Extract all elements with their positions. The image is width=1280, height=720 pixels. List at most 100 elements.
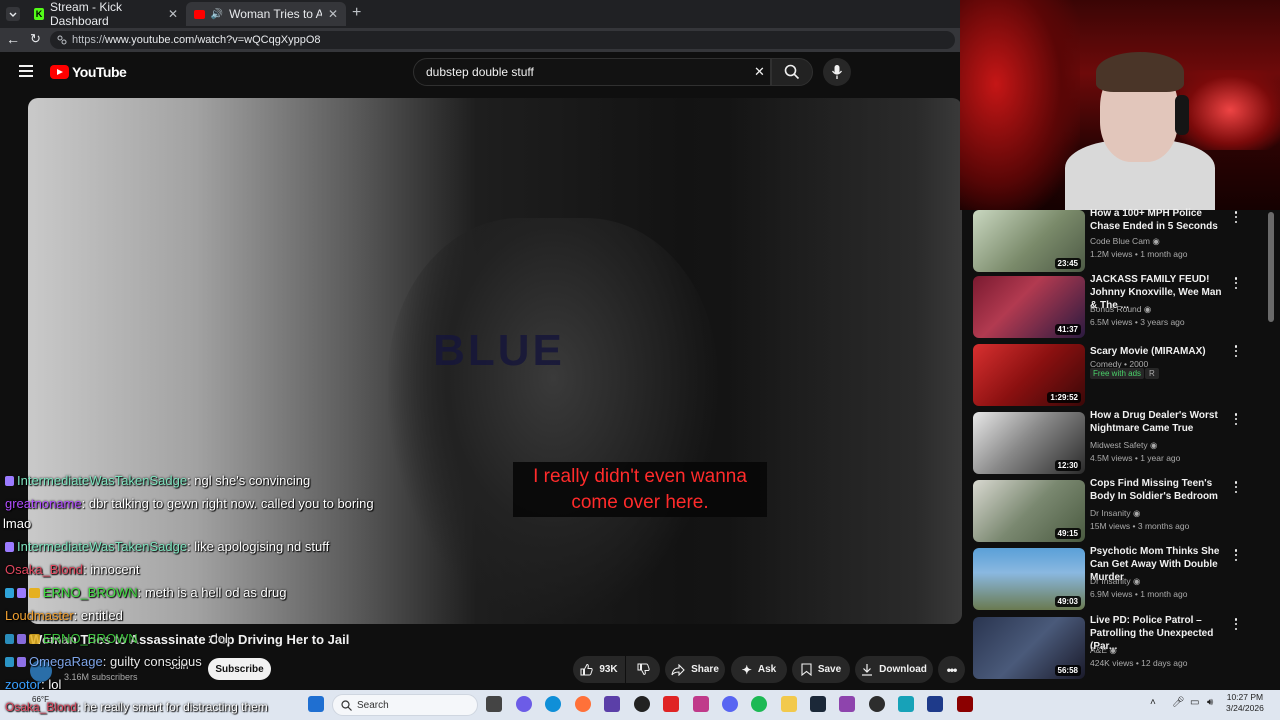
recommended-video[interactable]: 56:58 Live PD: Police Patrol – Patrollin… <box>973 615 1263 681</box>
video-title[interactable]: Cops Find Missing Teen's Body In Soldier… <box>1090 477 1227 503</box>
more-vertical-icon[interactable] <box>1231 480 1241 494</box>
windows-start-icon[interactable] <box>308 696 324 712</box>
spotify-icon[interactable] <box>751 696 767 712</box>
app-icon[interactable] <box>839 696 855 712</box>
youtube-logo[interactable]: YouTube <box>50 64 127 80</box>
task-view-icon[interactable] <box>486 696 502 712</box>
chat-text: : entitled <box>73 608 123 623</box>
crown-icon <box>29 588 40 598</box>
app-icon[interactable] <box>898 696 914 712</box>
more-actions-button[interactable]: ••• <box>938 656 965 683</box>
more-vertical-icon[interactable] <box>1231 210 1241 224</box>
download-button[interactable]: Download <box>855 656 933 683</box>
chevron-up-icon[interactable]: ˄ <box>1150 697 1156 708</box>
recommended-video[interactable]: 49:03 Psychotic Mom Thinks She Can Get A… <box>973 546 1263 612</box>
more-vertical-icon[interactable] <box>1231 412 1241 426</box>
folder-icon[interactable] <box>781 696 797 712</box>
download-label: Download <box>879 664 927 675</box>
more-vertical-icon[interactable] <box>1231 276 1241 290</box>
share-icon <box>671 663 685 676</box>
firefox-icon[interactable] <box>575 696 591 712</box>
search-button[interactable] <box>771 58 813 86</box>
close-icon[interactable]: ✕ <box>168 7 178 21</box>
channel-name[interactable]: Midwest Safety ◉ <box>1090 440 1157 451</box>
obs-icon[interactable] <box>634 696 650 712</box>
clear-search-icon[interactable]: ✕ <box>754 64 765 80</box>
verified-icon: ◉ <box>1133 576 1141 586</box>
subscribe-button[interactable]: Subscribe <box>208 658 271 680</box>
webcam-background <box>960 0 1080 210</box>
close-icon[interactable]: ✕ <box>328 7 338 21</box>
more-vertical-icon[interactable] <box>1231 548 1241 562</box>
video-title[interactable]: How a Drug Dealer's Worst Nightmare Came… <box>1090 409 1227 435</box>
taskbar-search-label: Search <box>357 699 389 711</box>
tab-youtube-video[interactable]: 🔊 Woman Tries to Assassinate C ✕ <box>186 2 346 26</box>
back-arrow-icon[interactable]: ← <box>6 31 20 47</box>
kick-icon: K <box>34 8 45 20</box>
ask-label: Ask <box>757 664 777 675</box>
badge-icon <box>5 476 14 486</box>
channel-name[interactable]: Dr Insanity ◉ <box>1090 576 1140 587</box>
headphones-icon <box>1175 95 1189 135</box>
chat-username: OmegaRage <box>29 654 103 669</box>
app-icon[interactable] <box>927 696 943 712</box>
voice-search-button[interactable] <box>823 58 851 86</box>
share-button[interactable]: Share <box>665 656 725 683</box>
network-icon[interactable]: ▭ <box>1190 697 1199 708</box>
video-thumbnail[interactable]: 56:58 <box>973 617 1085 679</box>
channel-name[interactable]: Dr Insanity ◉ <box>1090 508 1140 519</box>
discord-icon[interactable] <box>722 696 738 712</box>
more-vertical-icon[interactable] <box>1231 617 1241 631</box>
speaker-icon[interactable]: 🔊 <box>211 9 223 20</box>
video-title[interactable]: How a 100+ MPH Police Chase Ended in 5 S… <box>1090 207 1227 233</box>
recommended-video[interactable]: 49:15 Cops Find Missing Teen's Body In S… <box>973 477 1263 544</box>
scrollbar-thumb[interactable] <box>1268 212 1274 322</box>
edge-icon[interactable] <box>545 696 561 712</box>
ask-button[interactable]: ✦ Ask <box>731 656 787 683</box>
save-button[interactable]: Save <box>792 656 850 683</box>
badge-icon <box>5 657 14 667</box>
copilot-icon[interactable] <box>516 696 532 712</box>
taskbar-search[interactable]: Search <box>332 694 478 716</box>
video-thumbnail[interactable]: 41:37 <box>973 276 1085 338</box>
video-thumbnail[interactable]: 1:29:52 <box>973 344 1085 406</box>
video-thumbnail[interactable]: 49:03 <box>973 548 1085 610</box>
video-title[interactable]: Scary Movie (MIRAMAX) <box>1090 345 1227 358</box>
search-input[interactable]: dubstep double stuff ✕ <box>413 58 771 86</box>
chat-text: : innocent <box>83 562 140 577</box>
recommended-video[interactable]: 23:45 How a 100+ MPH Police Chase Ended … <box>973 207 1263 274</box>
volume-icon[interactable]: 🔊︎ <box>1207 697 1213 708</box>
badge-icon <box>5 542 14 552</box>
microphone-icon <box>831 65 843 79</box>
more-vertical-icon[interactable] <box>1231 344 1241 358</box>
recommended-video[interactable]: 41:37 JACKASS FAMILY FEUD! Johnny Knoxvi… <box>973 274 1263 340</box>
reload-icon[interactable]: ↻ <box>30 31 41 47</box>
like-button[interactable]: 93K <box>573 656 625 683</box>
channel-name[interactable]: A&E ◉ <box>1090 645 1117 656</box>
video-thumbnail[interactable]: 23:45 <box>973 210 1085 272</box>
site-info-icon[interactable] <box>57 35 67 45</box>
app-icon[interactable] <box>957 696 973 712</box>
address-bar[interactable]: https://www.youtube.com/watch?v=wQCqgXyp… <box>50 31 955 49</box>
video-thumbnail[interactable]: 49:15 <box>973 480 1085 542</box>
tab-list-button[interactable] <box>6 7 20 21</box>
menu-icon[interactable] <box>19 65 33 77</box>
app-icon[interactable] <box>663 696 679 712</box>
steam-icon[interactable] <box>810 696 826 712</box>
dislike-button[interactable] <box>626 656 660 683</box>
video-thumbnail[interactable]: 12:30 <box>973 412 1085 474</box>
recommended-movie[interactable]: 1:29:52 Scary Movie (MIRAMAX) Comedy • 2… <box>973 344 1263 408</box>
app-icon[interactable] <box>869 696 885 712</box>
crown-icon <box>29 634 40 644</box>
new-tab-button[interactable]: + <box>352 4 361 22</box>
chat-text: : lol <box>207 631 228 646</box>
microphone-icon[interactable]: 🎤︎ <box>1172 697 1185 708</box>
music-icon[interactable] <box>693 696 709 712</box>
channel-name[interactable]: Bonus Round ◉ <box>1090 304 1151 315</box>
app-icon[interactable] <box>604 696 620 712</box>
channel-name[interactable]: Code Blue Cam ◉ <box>1090 236 1160 247</box>
recommended-video[interactable]: 12:30 How a Drug Dealer's Worst Nightmar… <box>973 409 1263 476</box>
sidebar-scrollbar[interactable] <box>1268 212 1274 682</box>
taskbar-clock[interactable]: 10:27 PM 3/24/2026 <box>1226 692 1264 714</box>
tab-kick-dashboard[interactable]: K Stream - Kick Dashboard ✕ <box>26 0 186 28</box>
